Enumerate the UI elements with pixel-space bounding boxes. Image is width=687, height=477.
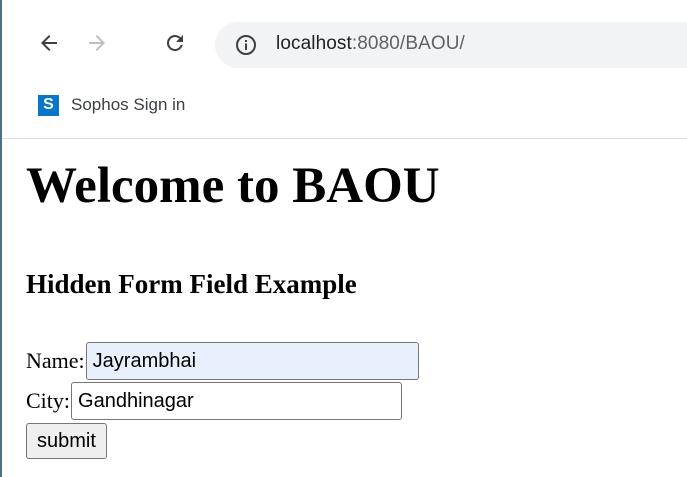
info-icon[interactable] xyxy=(235,34,257,56)
city-label: City: xyxy=(26,388,71,413)
reload-icon xyxy=(166,34,183,51)
submit-button[interactable]: submit xyxy=(26,423,107,459)
name-input[interactable] xyxy=(85,342,419,380)
name-row: Name: xyxy=(26,342,419,380)
city-input[interactable] xyxy=(71,382,403,420)
url-host: localhost xyxy=(276,33,352,54)
address-bar[interactable]: localhost:8080/BAOU/ xyxy=(215,22,687,68)
browser-toolbar: localhost:8080/BAOU/ xyxy=(2,0,687,80)
browser-window: localhost:8080/BAOU/ S Sophos Sign in We… xyxy=(0,0,687,477)
page-title: Welcome to BAOU xyxy=(26,158,440,214)
reload-button[interactable] xyxy=(158,26,192,60)
sophos-logo-icon: S xyxy=(38,94,59,116)
bookmark-sophos-sign-in[interactable]: S Sophos Sign in xyxy=(38,92,185,118)
name-label: Name: xyxy=(26,348,85,373)
bookmarks-bar: S Sophos Sign in xyxy=(2,80,687,139)
url-path: :8080/BAOU/ xyxy=(351,33,465,54)
url-text[interactable]: localhost:8080/BAOU/ xyxy=(276,33,465,55)
page-content: Welcome to BAOU Hidden Form Field Exampl… xyxy=(26,139,687,477)
back-button[interactable] xyxy=(32,26,66,60)
forward-button[interactable] xyxy=(80,26,114,60)
city-row: City: xyxy=(26,382,403,420)
arrow-left-icon xyxy=(41,35,57,51)
page-subtitle: Hidden Form Field Example xyxy=(26,269,357,299)
bookmark-label: Sophos Sign in xyxy=(71,95,186,114)
arrow-right-icon xyxy=(89,35,105,51)
